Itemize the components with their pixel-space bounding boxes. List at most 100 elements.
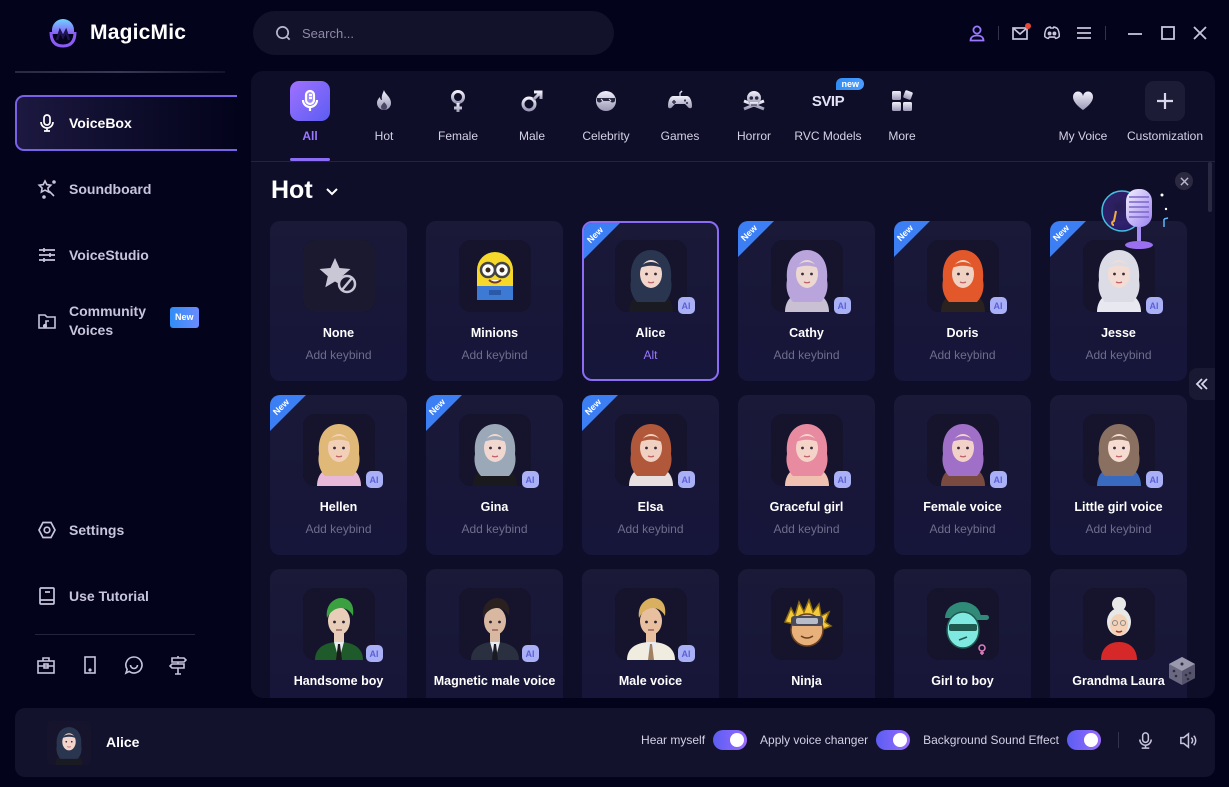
background-sound-effect-toggle[interactable] <box>1067 730 1101 750</box>
collapse-panel-button[interactable] <box>1189 368 1215 400</box>
voice-card-alice[interactable]: New AI Alice Alt <box>582 221 719 381</box>
voice-card-elsa[interactable]: New AI Elsa Add keybind <box>582 395 719 555</box>
tab-male[interactable]: Male <box>495 81 569 143</box>
keybind-button[interactable]: Add keybind <box>461 696 527 698</box>
keybind-button[interactable]: Add keybind <box>773 522 839 536</box>
voice-card-minions[interactable]: Minions Add keybind <box>426 221 563 381</box>
sidebar-item-use-tutorial[interactable]: Use Tutorial <box>15 568 237 624</box>
voice-card-female-voice[interactable]: AI Female voice Add keybind <box>894 395 1031 555</box>
close-icon[interactable] <box>1189 22 1211 44</box>
ai-badge: AI <box>365 471 383 488</box>
maximize-icon[interactable] <box>1157 22 1179 44</box>
sidebar-item-settings[interactable]: Settings <box>15 502 237 558</box>
keybind-button[interactable]: Add keybind <box>929 348 995 362</box>
toolbox-icon[interactable] <box>36 654 56 676</box>
keybind-button[interactable]: Add keybind <box>1085 348 1151 362</box>
microphone-icon[interactable] <box>1135 730 1155 750</box>
sidebar-item-community-voices[interactable]: Community Voices New <box>15 293 237 349</box>
user-icon[interactable] <box>966 22 988 44</box>
tab-label: Male <box>518 129 545 143</box>
keybind-button[interactable]: Add keybind <box>305 522 371 536</box>
keybind-button[interactable]: Alt <box>643 348 657 362</box>
search-bar[interactable] <box>253 11 614 55</box>
keybind-button[interactable]: Add keybind <box>461 522 527 536</box>
divider <box>998 26 999 40</box>
dice-random-icon[interactable] <box>1167 655 1197 687</box>
tab-female[interactable]: Female <box>421 81 495 143</box>
gamepad-icon <box>660 81 700 121</box>
keybind-button[interactable]: Add keybind <box>929 522 995 536</box>
new-ribbon: New <box>894 221 930 257</box>
ai-badge: AI <box>521 471 539 488</box>
voice-name: Alice <box>635 326 666 340</box>
speaker-icon[interactable] <box>1177 730 1197 750</box>
keybind-button[interactable]: Add keybind <box>617 522 683 536</box>
mobile-icon[interactable] <box>80 654 100 676</box>
voice-card-hellen[interactable]: New AI Hellen Add keybind <box>270 395 407 555</box>
keybind-button[interactable]: Add keybind <box>305 696 371 698</box>
new-ribbon: New <box>426 395 462 431</box>
tab-games[interactable]: Games <box>643 81 717 143</box>
new-ribbon: New <box>582 395 618 431</box>
section-title: Hot <box>271 176 313 204</box>
voice-card-male-voice[interactable]: AI Male voice Add keybind <box>582 569 719 698</box>
keybind-button[interactable]: Add keybind <box>929 696 995 698</box>
voice-card-none[interactable]: None Add keybind <box>270 221 407 381</box>
tab-hot[interactable]: Hot <box>347 81 421 143</box>
voice-card-magnetic-male-voice[interactable]: AI Magnetic male voice Add keybind <box>426 569 563 698</box>
voice-card-cathy[interactable]: New AI Cathy Add keybind <box>738 221 875 381</box>
keybind-button[interactable]: Add keybind <box>1085 696 1151 698</box>
sidebar-item-soundboard[interactable]: Soundboard <box>15 161 237 217</box>
mail-icon[interactable] <box>1009 22 1031 44</box>
voice-avatar <box>1082 588 1155 660</box>
avatar-image <box>47 721 91 765</box>
music-folder-icon <box>37 311 57 331</box>
signpost-icon[interactable] <box>168 654 188 676</box>
tab-my-voice[interactable]: My Voice <box>1046 81 1120 143</box>
keybind-button[interactable]: Add keybind <box>461 348 527 362</box>
keybind-button[interactable]: Add keybind <box>305 348 371 362</box>
keybind-button[interactable]: Add keybind <box>773 348 839 362</box>
male-icon <box>512 81 552 121</box>
ai-badge: AI <box>989 297 1007 314</box>
microphone-promo-icon[interactable] <box>1096 181 1176 266</box>
apply-voice-changer-toggle[interactable] <box>876 730 911 750</box>
tab-horror[interactable]: Horror <box>717 81 791 143</box>
voice-card-gina[interactable]: New AI Gina Add keybind <box>426 395 563 555</box>
voice-avatar <box>302 240 375 312</box>
voice-name: None <box>322 326 355 340</box>
voice-card-girl-to-boy[interactable]: Girl to boy Add keybind <box>894 569 1031 698</box>
voice-card-little-girl-voice[interactable]: AI Little girl voice Add keybind <box>1050 395 1187 555</box>
tab-all[interactable]: All <box>273 81 347 143</box>
sidebar-item-voicebox[interactable]: VoiceBox <box>15 95 237 151</box>
close-promo-button[interactable] <box>1175 172 1193 190</box>
keybind-button[interactable]: Add keybind <box>617 696 683 698</box>
hear-myself-toggle[interactable] <box>713 730 748 750</box>
voice-name: Jesse <box>1101 326 1136 340</box>
scrollbar[interactable] <box>1208 162 1212 212</box>
menu-icon[interactable] <box>1073 22 1095 44</box>
background-sound-effect-label: Background Sound Effect <box>923 733 1059 747</box>
minimize-icon[interactable] <box>1124 22 1146 44</box>
tab-customization[interactable]: Customization <box>1123 81 1207 143</box>
sidebar-tools <box>36 654 188 676</box>
sliders-icon <box>37 245 57 265</box>
sidebar-item-voicestudio[interactable]: VoiceStudio <box>15 227 237 283</box>
discord-icon[interactable] <box>1041 22 1063 44</box>
voice-card-ninja[interactable]: Ninja Add keybind <box>738 569 875 698</box>
tab-celebrity[interactable]: Celebrity <box>569 81 643 143</box>
voice-card-handsome-boy[interactable]: AI Handsome boy Add keybind <box>270 569 407 698</box>
keybind-button[interactable]: Add keybind <box>773 696 839 698</box>
voice-name: Magnetic male voice <box>433 674 556 688</box>
sidebar-divider <box>15 71 225 73</box>
tab-more[interactable]: More <box>865 81 939 143</box>
app-logo: MagicMic <box>48 16 186 50</box>
tab-rvc-models[interactable]: SVIP new RVC Models <box>791 78 865 143</box>
voice-name: Girl to boy <box>931 674 994 688</box>
section-dropdown[interactable]: Hot <box>271 176 339 205</box>
keybind-button[interactable]: Add keybind <box>1085 522 1151 536</box>
search-input[interactable] <box>302 25 582 41</box>
chat-icon[interactable] <box>124 654 144 676</box>
voice-card-graceful-girl[interactable]: AI Graceful girl Add keybind <box>738 395 875 555</box>
voice-card-doris[interactable]: New AI Doris Add keybind <box>894 221 1031 381</box>
